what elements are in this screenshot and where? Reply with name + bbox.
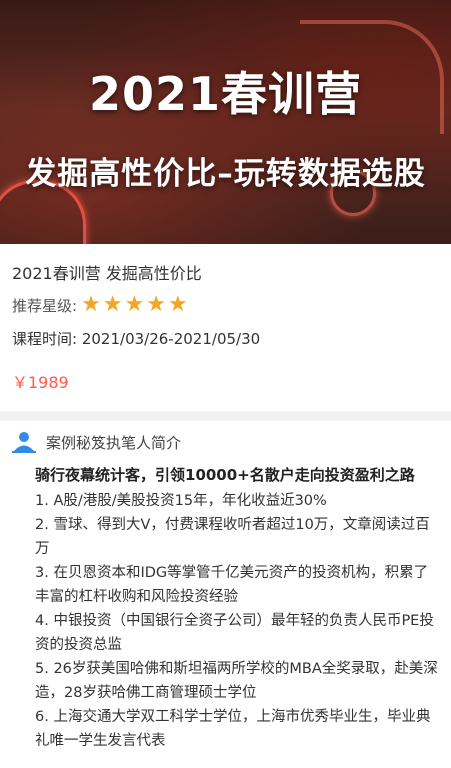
bio-item: 6. 上海交通大学双工科学士学位，上海市优秀毕业生，毕业典礼唯一学生发言代表	[35, 709, 431, 749]
bio-item: 3. 在贝恩资本和IDG等掌管千亿美元资产的投资机构，积累了丰富的杠杆收购和风险…	[35, 565, 429, 605]
banner-subtitle: 发掘高性价比–玩转数据选股	[25, 156, 426, 192]
section-divider	[0, 411, 451, 421]
time-label: 课程时间:	[12, 330, 78, 348]
bio-item: 2. 雪球、得到大V，付费课程收听者超过10万，文章阅读过百万	[35, 517, 430, 557]
course-price: ￥1989	[12, 373, 69, 392]
bio-item: 1. A股/港股/美股投资15年，年化收益近30%	[35, 493, 327, 509]
section-title: 案例秘笈执笔人简介	[46, 433, 182, 452]
star-icon: ★	[102, 292, 123, 317]
bio-item: 4. 中银投资（中国银行全资子公司）最年轻的负责人民币PE投资的投资总监	[35, 613, 434, 653]
course-banner: 2021春训营 发掘高性价比–玩转数据选股	[0, 0, 451, 244]
rating-stars: ★ ★ ★ ★ ★	[81, 294, 190, 316]
rating-label: 推荐星级:	[12, 296, 78, 315]
course-time: 课程时间: 2021/03/26-2021/05/30	[12, 328, 439, 349]
course-info: 2021春训营 发掘高性价比 推荐星级: ★ ★ ★ ★ ★ 课程时间: 2021/03…	[0, 260, 451, 393]
time-value: 2021/03/26-2021/05/30	[81, 330, 261, 348]
rating-row: 推荐星级: ★ ★ ★ ★ ★	[12, 294, 439, 316]
star-icon: ★	[146, 292, 166, 317]
bio-item: 5. 26岁获美国哈佛和斯坦福两所学校的MBA全奖录取，赴美深造，28岁获哈佛工…	[35, 661, 438, 701]
user-icon	[12, 432, 36, 453]
author-bio: 骑行夜幕统计客，引领10000+名散户走向投资盈利之路 1. A股/港股/美股投…	[0, 453, 451, 753]
star-icon: ★	[168, 292, 188, 317]
author-section-header: 案例秘笈执笔人简介	[0, 421, 451, 453]
bio-lead: 骑行夜幕统计客，引领10000+名散户走向投资盈利之路	[35, 466, 415, 484]
star-icon: ★	[124, 292, 145, 317]
banner-title: 2021春训营	[88, 67, 363, 121]
star-icon: ★	[81, 292, 101, 317]
course-name: 2021春训营 发掘高性价比	[12, 264, 202, 283]
